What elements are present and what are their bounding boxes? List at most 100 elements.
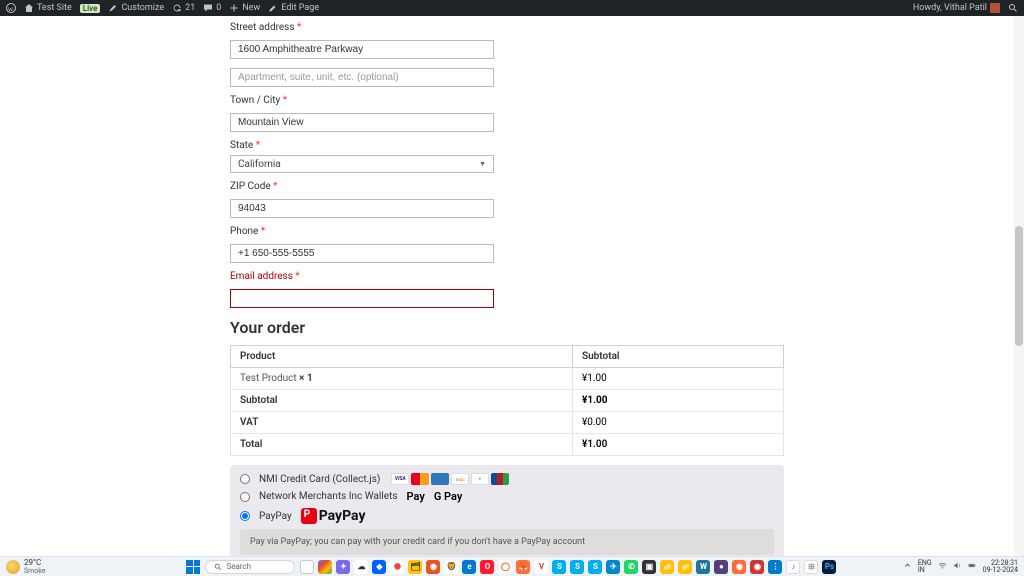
radio-paypay[interactable] [240,511,250,521]
skype-icon[interactable]: S [552,560,566,574]
edge-icon[interactable]: e [462,560,476,574]
chrome-icon[interactable] [318,560,332,574]
updates-link[interactable]: 21 [172,3,195,13]
app-icon[interactable]: ✦ [336,560,350,574]
payment-nmi[interactable]: NMI Credit Card (Collect.js) VISA DISC ◐ [240,473,774,485]
howdy-user[interactable]: Howdy, Vithal Patil [913,3,1000,13]
zip-label: ZIP Code * [230,181,784,192]
telegram-icon[interactable]: ✈ [606,560,620,574]
weather-icon [6,560,20,574]
table-row: VAT ¥0.00 [231,412,784,434]
diners-icon: ◐ [471,473,489,485]
state-value: California [238,159,281,170]
email-input[interactable] [230,289,494,308]
order-table: Product Subtotal Test Product × 1 ¥1.00 … [230,345,784,456]
wordpress-icon[interactable]: W [696,560,710,574]
scrollbar-thumb[interactable] [1015,226,1023,346]
taskbar-weather[interactable]: 29°C Smoke [0,558,120,575]
comments-link[interactable]: 0 [203,3,221,13]
site-name[interactable]: Test Site [24,3,72,13]
payment-paypay[interactable]: PayPay PayPay [240,508,774,524]
chevron-down-icon: ▼ [479,160,486,168]
edit-page-link[interactable]: Edit Page [268,3,319,13]
paypay-logo-icon: PayPay [301,508,366,524]
wp-logo[interactable] [6,3,16,13]
skype-icon[interactable]: S [570,560,584,574]
opera-icon[interactable]: O [480,560,494,574]
radio-nmw[interactable] [240,492,250,502]
app-icon[interactable]: ⊞ [804,560,818,574]
city-label: Town / City * [230,95,784,106]
vscode-icon[interactable]: ⋮ [768,560,782,574]
customize-link[interactable]: Customize [108,3,164,13]
col-product: Product [231,346,573,368]
search-icon [214,563,222,571]
zip-input[interactable] [230,199,494,218]
jcb-icon [491,473,509,485]
state-select[interactable]: California ▼ [230,155,494,173]
taskbar-search[interactable]: Search [205,560,295,574]
table-row: Subtotal ¥1.00 [231,390,784,412]
wifi-icon[interactable] [938,561,947,572]
app-icon[interactable]: ◯ [498,560,512,574]
scrollbar[interactable] [1014,16,1024,556]
tray-chevron-icon[interactable] [903,561,912,572]
payment-nmi-label: NMI Credit Card (Collect.js) [259,474,380,485]
brave-icon[interactable]: 🦁 [444,560,458,574]
payment-methods: NMI Credit Card (Collect.js) VISA DISC ◐… [230,465,784,556]
app-icon[interactable]: 🗂 [408,560,422,574]
system-tray: ENGIN 22:28:31 09-12-2024 [903,560,1024,574]
app-icon[interactable]: ◆ [372,560,386,574]
search-placeholder: Search [226,562,251,571]
payment-paypay-label: PayPay [259,511,292,522]
battery-icon[interactable] [968,561,977,572]
email-label: Email address * [230,271,784,282]
city-input[interactable] [230,113,494,132]
discover-icon: DISC [451,473,469,485]
skype-icon[interactable]: S [588,560,602,574]
col-subtotal: Subtotal [573,346,784,368]
app-icon[interactable]: V [534,560,548,574]
clock[interactable]: 22:28:31 09-12-2024 [983,560,1018,574]
whatsapp-icon[interactable]: ✆ [624,560,638,574]
app-icon[interactable]: ◉ [750,560,764,574]
order-heading: Your order [230,318,784,337]
app-icon[interactable]: ● [714,560,728,574]
weather-temp: 29°C [24,558,45,567]
live-badge: Live [80,4,101,13]
itunes-icon[interactable]: ♪ [786,560,800,574]
start-button[interactable] [186,560,200,574]
table-row-total: Total ¥1.00 [231,434,784,456]
terminal-icon[interactable]: ▣ [642,560,656,574]
visa-icon: VISA [391,473,409,485]
state-label: State * [230,140,784,151]
mastercard-icon [411,473,429,485]
app-icon[interactable]: ◉ [426,560,440,574]
street-label: Street address * [230,22,784,33]
payment-description: Pay via PayPay; you can pay with your cr… [240,529,774,555]
radio-nmi[interactable] [240,474,250,484]
adminbar-search-icon[interactable] [1008,3,1018,13]
table-row: Test Product × 1 ¥1.00 [231,368,784,390]
apartment-input[interactable] [230,68,494,87]
app-icon[interactable]: ⬣ [390,560,404,574]
app-icon[interactable]: ⧉ [300,560,314,574]
street-input[interactable] [230,40,494,59]
checkout-form: Street address * Town / City * State * C… [230,16,784,556]
apple-pay-icon: Pay [407,490,425,503]
google-pay-icon: G Pay [434,490,463,503]
postman-icon[interactable]: ◉ [732,560,746,574]
explorer-icon[interactable]: 📁 [678,560,692,574]
photoshop-icon[interactable]: Ps [822,560,836,574]
taskbar-apps: ⧉ ✦ ☁ ◆ ⬣ 🗂 ◉ 🦁 e O ◯ 🦊 V S S S ✈ ✆ ▣ 📁 … [300,560,836,574]
payment-nmw[interactable]: Network Merchants Inc Wallets Pay G Pay [240,490,774,503]
avatar [990,3,1000,13]
payment-nmw-label: Network Merchants Inc Wallets [259,491,398,502]
firefox-icon[interactable]: 🦊 [516,560,530,574]
volume-icon[interactable] [953,561,962,572]
new-link[interactable]: New [229,3,260,13]
app-icon[interactable]: ☁ [354,560,368,574]
explorer-icon[interactable]: 📁 [660,560,674,574]
language-indicator[interactable]: ENGIN [918,560,932,574]
phone-input[interactable] [230,244,494,263]
